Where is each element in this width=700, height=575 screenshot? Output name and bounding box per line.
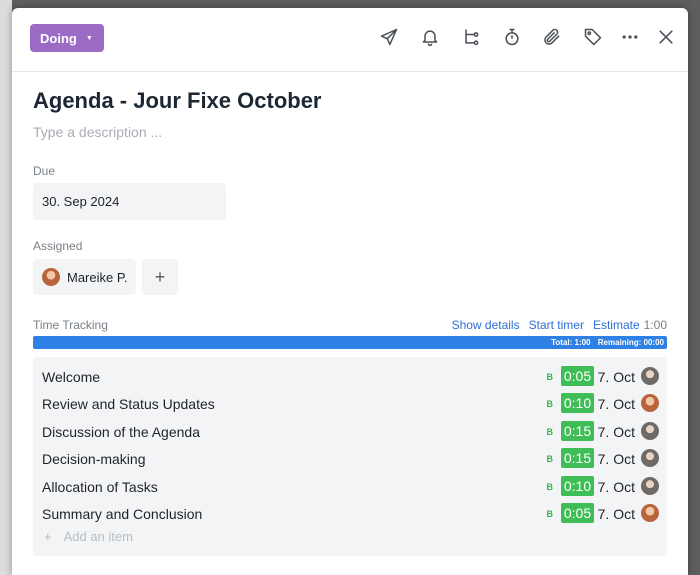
checklist: Welcome B 0:05 7. Oct Review and Status … bbox=[33, 357, 667, 556]
modal-toolbar: Doing ▼ bbox=[12, 8, 688, 72]
close-icon[interactable] bbox=[655, 26, 677, 48]
paperclip-icon[interactable] bbox=[541, 26, 563, 48]
time-badge[interactable]: 0:05 bbox=[561, 366, 594, 386]
item-tag: B bbox=[546, 372, 554, 382]
background-app bbox=[0, 0, 12, 575]
item-date[interactable]: 7. Oct bbox=[598, 451, 635, 467]
item-name: Discussion of the Agenda bbox=[42, 424, 200, 440]
time-tracking-actions: Show details Start timer Estimate 1:00 bbox=[452, 318, 667, 332]
description-input[interactable]: Type a description ... bbox=[33, 124, 162, 140]
list-item[interactable]: Summary and Conclusion B 0:05 7. Oct bbox=[33, 501, 667, 528]
item-name: Allocation of Tasks bbox=[42, 479, 158, 495]
plus-icon: + bbox=[44, 529, 52, 544]
item-date[interactable]: 7. Oct bbox=[598, 424, 635, 440]
avatar bbox=[42, 268, 60, 286]
bell-icon[interactable] bbox=[419, 26, 441, 48]
time-badge[interactable]: 0:10 bbox=[561, 476, 594, 496]
time-badge[interactable]: 0:15 bbox=[561, 421, 594, 441]
item-date[interactable]: 7. Oct bbox=[598, 396, 635, 412]
add-assignee-button[interactable]: + bbox=[142, 259, 178, 295]
add-item-placeholder: Add an item bbox=[63, 529, 133, 544]
list-item[interactable]: Allocation of Tasks B 0:10 7. Oct bbox=[33, 474, 667, 501]
assignee-chip[interactable]: Mareike P. bbox=[33, 259, 137, 295]
show-details-link[interactable]: Show details bbox=[452, 318, 520, 332]
avatar[interactable] bbox=[641, 477, 659, 495]
item-tag: B bbox=[546, 509, 554, 519]
list-item[interactable]: Discussion of the Agenda B 0:15 7. Oct bbox=[33, 419, 667, 446]
list-item[interactable]: Welcome B 0:05 7. Oct bbox=[33, 364, 667, 391]
item-tag: B bbox=[546, 399, 554, 409]
remaining-text: Remaining: 00:00 bbox=[597, 338, 664, 347]
list-item[interactable]: Review and Status Updates B 0:10 7. Oct bbox=[33, 391, 667, 418]
start-timer-link[interactable]: Start timer bbox=[529, 318, 584, 332]
assignee-name: Mareike P. bbox=[67, 269, 128, 285]
item-date[interactable]: 7. Oct bbox=[598, 369, 635, 385]
due-date-field[interactable]: 30. Sep 2024 bbox=[33, 183, 226, 220]
time-badge[interactable]: 0:05 bbox=[561, 503, 594, 523]
send-icon[interactable] bbox=[378, 26, 400, 48]
item-name: Summary and Conclusion bbox=[42, 506, 203, 522]
due-label: Due bbox=[33, 164, 56, 178]
task-detail-modal: Doing ▼ Agenda - Jour Fixe October Type … bbox=[12, 8, 688, 575]
item-tag: B bbox=[546, 454, 554, 464]
caret-down-icon: ▼ bbox=[85, 34, 93, 42]
estimate-link[interactable]: Estimate bbox=[593, 318, 640, 332]
item-date[interactable]: 7. Oct bbox=[598, 506, 635, 522]
list-item[interactable]: Decision-making B 0:15 7. Oct bbox=[33, 446, 667, 473]
subtask-icon[interactable] bbox=[460, 26, 482, 48]
time-progress-bar: Total: 1:00 Remaining: 00:00 bbox=[33, 336, 667, 349]
item-tag: B bbox=[546, 482, 554, 492]
task-title[interactable]: Agenda - Jour Fixe October bbox=[33, 88, 322, 114]
avatar[interactable] bbox=[641, 394, 659, 412]
tag-icon[interactable] bbox=[582, 26, 604, 48]
assigned-label: Assigned bbox=[33, 239, 83, 253]
avatar[interactable] bbox=[641, 449, 659, 467]
time-badge[interactable]: 0:15 bbox=[561, 448, 594, 468]
time-badge[interactable]: 0:10 bbox=[561, 393, 594, 413]
total-text: Total: 1:00 bbox=[551, 338, 591, 347]
item-name: Welcome bbox=[42, 369, 101, 385]
item-name: Review and Status Updates bbox=[42, 396, 215, 412]
item-date[interactable]: 7. Oct bbox=[598, 479, 635, 495]
add-item-input[interactable]: + Add an item bbox=[44, 529, 133, 544]
stopwatch-icon[interactable] bbox=[501, 26, 523, 48]
more-icon[interactable] bbox=[619, 26, 641, 48]
due-date-value: 30. Sep 2024 bbox=[42, 194, 120, 209]
avatar[interactable] bbox=[641, 422, 659, 440]
avatar[interactable] bbox=[641, 367, 659, 385]
item-tag: B bbox=[546, 427, 554, 437]
estimate-value: 1:00 bbox=[643, 318, 667, 332]
avatar[interactable] bbox=[641, 504, 659, 522]
item-name: Decision-making bbox=[42, 451, 146, 467]
status-label: Doing bbox=[40, 30, 77, 46]
time-tracking-label: Time Tracking bbox=[33, 318, 108, 332]
status-dropdown[interactable]: Doing ▼ bbox=[30, 24, 104, 52]
